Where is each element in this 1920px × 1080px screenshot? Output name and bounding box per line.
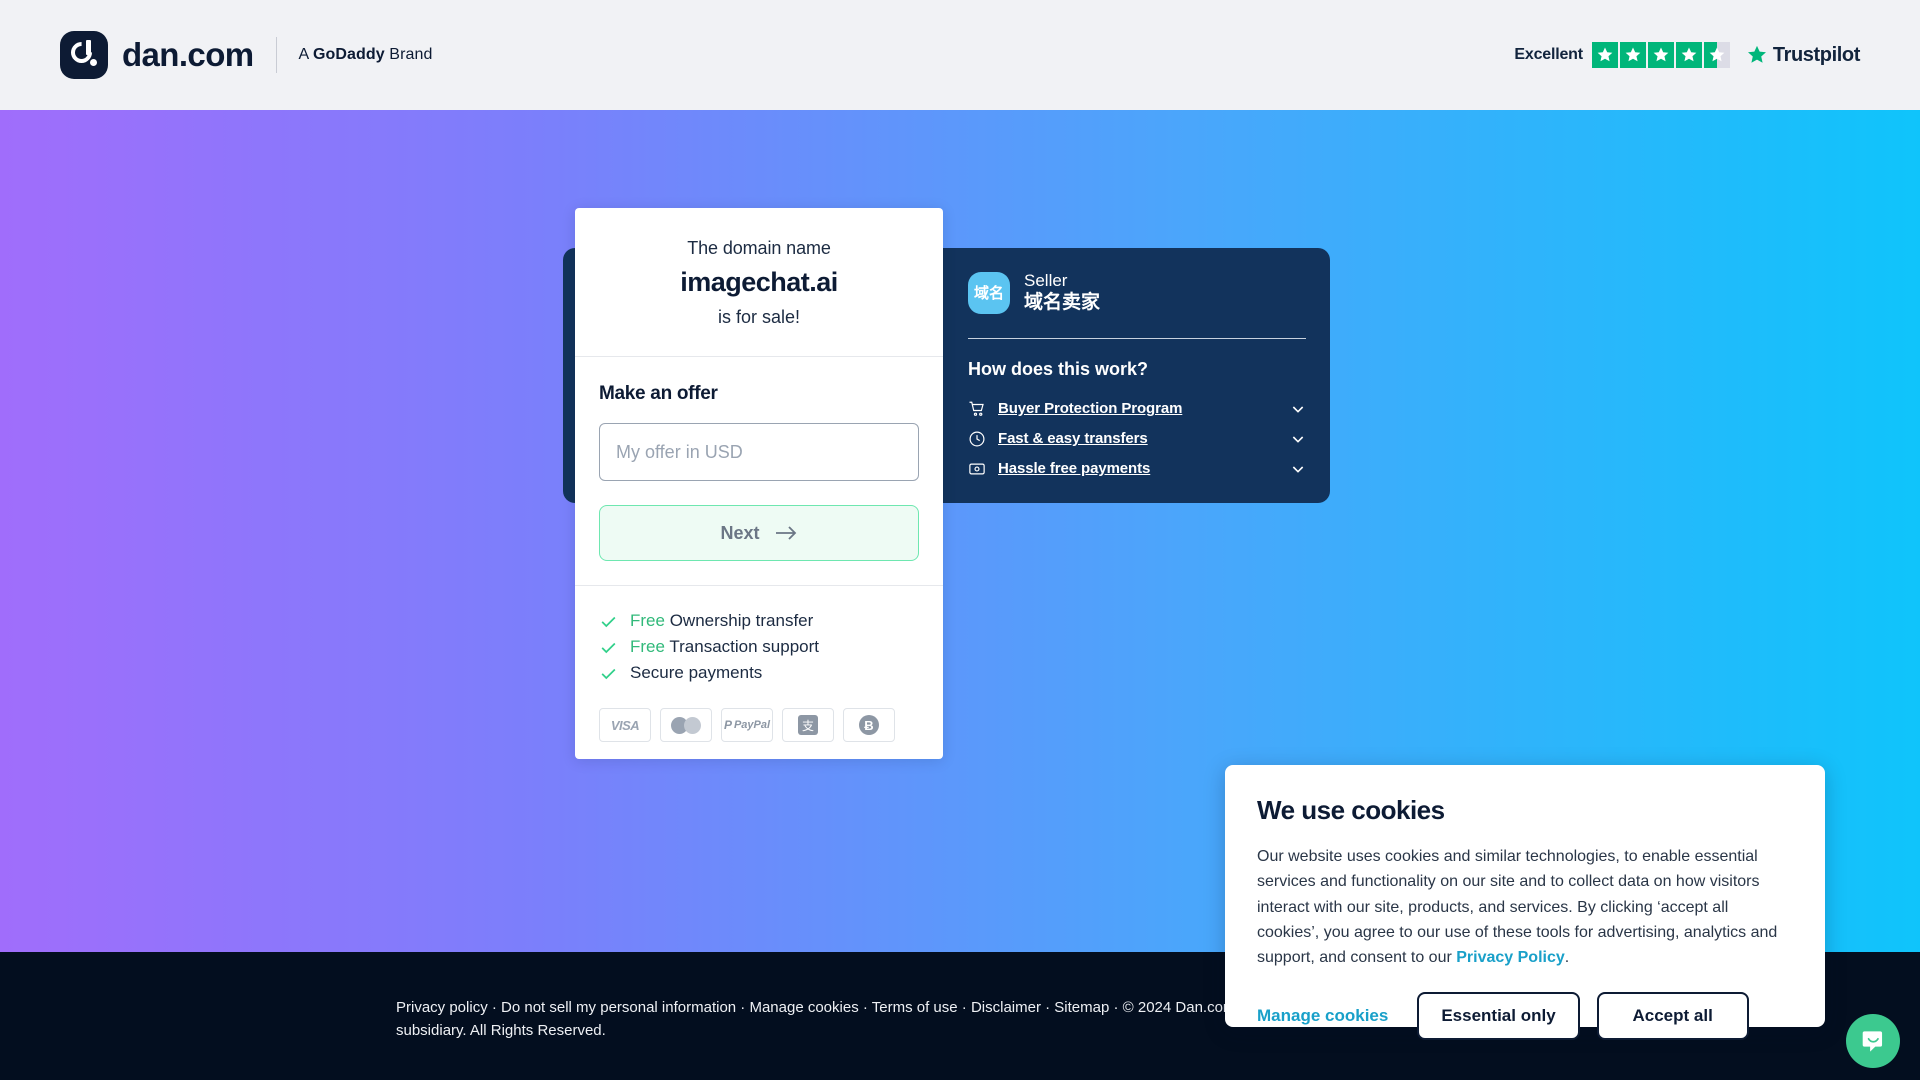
mastercard-icon (660, 708, 712, 742)
offer-input[interactable] (599, 423, 919, 481)
benefit-text: Free Transaction support (630, 637, 819, 657)
star-icon (1619, 42, 1646, 68)
godaddy-prefix: A (298, 46, 313, 63)
clock-icon (968, 430, 986, 448)
chevron-down-icon[interactable] (1290, 401, 1306, 417)
card-icon (968, 460, 986, 478)
benefit-free-tag: Free (630, 611, 670, 630)
logo-wordmark: dan.com (122, 36, 254, 73)
check-icon (601, 616, 616, 627)
benefit-label: Transaction support (669, 637, 819, 656)
offer-form: Make an offer Next (575, 357, 943, 585)
make-an-offer-label: Make an offer (599, 383, 718, 404)
star-icon (1647, 42, 1674, 68)
benefits-list: Free Ownership transfer Free Transaction… (575, 586, 943, 686)
brand-divider (275, 37, 277, 73)
star-icon (1675, 42, 1702, 68)
visa-label: VISA (610, 717, 640, 733)
alipay-glyph: 支 (798, 715, 818, 735)
star-icon (1591, 42, 1618, 68)
godaddy-name: GoDaddy (312, 46, 385, 63)
benefit-free-tag: Free (630, 637, 670, 656)
check-icon (601, 668, 616, 679)
paypal-label: PayPal (733, 719, 771, 731)
godaddy-suffix: Brand (384, 46, 433, 63)
accept-all-button[interactable]: Accept all (1596, 992, 1749, 1041)
paypal-icon: P PayPal (721, 708, 773, 742)
arrow-right-icon (775, 526, 796, 540)
cookie-consent-banner: We use cookies Our website uses cookies … (1225, 765, 1825, 1041)
accordion-list: Buyer Protection Program Fast & easy tra… (968, 394, 1306, 484)
cookie-banner-title: We use cookies (1257, 795, 1445, 825)
next-button[interactable]: Next (599, 505, 919, 561)
privacy-policy-link[interactable]: Privacy Policy (1456, 949, 1565, 966)
seller-label: Seller (1024, 271, 1068, 290)
paypal-p: P (723, 718, 732, 732)
domain-pre-text: The domain name (687, 238, 831, 258)
domain-header: The domain name imagechat.ai is for sale… (575, 208, 943, 356)
domain-name: imagechat.ai (680, 267, 838, 297)
accordion-item-hassle-free-payments[interactable]: Hassle free payments (968, 454, 1306, 484)
chevron-down-icon[interactable] (1290, 431, 1306, 447)
accordion-label: Hassle free payments (998, 460, 1151, 478)
chat-bubble-icon (1862, 1030, 1882, 1052)
benefit-item: Free Transaction support (599, 634, 919, 660)
brand-block[interactable]: dan.com A GoDaddy Brand (60, 31, 433, 79)
avatar: 域名 (968, 271, 1010, 314)
seller-row: 域名 Seller 域名卖家 (968, 270, 1306, 316)
trustpilot-logo: Trustpilot (1746, 44, 1860, 67)
accordion-label: Fast & easy transfers (998, 430, 1148, 448)
trustpilot-star-icon (1747, 45, 1766, 63)
chat-widget-button[interactable] (1846, 1014, 1900, 1068)
benefit-label: Ownership transfer (669, 611, 814, 630)
cookie-banner-actions: Manage cookies Essential only Accept all (1257, 992, 1793, 1041)
dan-logo-icon (60, 31, 108, 79)
bitcoin-icon: Ƀ (843, 708, 895, 742)
cart-icon (968, 400, 986, 418)
godaddy-brand-label: A GoDaddy Brand (299, 46, 433, 64)
manage-cookies-button[interactable]: Manage cookies (1257, 1006, 1388, 1026)
domain-sale-text: is for sale! (717, 307, 801, 327)
alipay-icon: 支 (782, 708, 834, 742)
offer-card: The domain name imagechat.ai is for sale… (575, 208, 943, 759)
trustpilot-rating-word: Excellent (1514, 46, 1583, 63)
seller-name: 域名卖家 (1024, 292, 1101, 314)
trustpilot-name: Trustpilot (1772, 43, 1861, 66)
benefit-item: Free Ownership transfer (599, 608, 919, 634)
cookie-body-period: . (1564, 949, 1570, 967)
payment-methods: VISA P PayPal 支 Ƀ (575, 686, 943, 742)
bitcoin-glyph: Ƀ (859, 715, 879, 735)
benefit-label: Secure payments (630, 663, 763, 682)
site-header: dan.com A GoDaddy Brand Excellent Trustp… (0, 0, 1920, 110)
benefit-item: Secure payments (599, 660, 919, 686)
seller-info-content: 域名 Seller 域名卖家 How does this work? Buyer… (948, 248, 1330, 484)
benefit-text: Secure payments (630, 663, 762, 683)
how-does-this-work-title: How does this work? (968, 358, 1149, 379)
trustpilot-rating[interactable]: Excellent Trustpilot (1514, 42, 1860, 68)
cookie-banner-body: Our website uses cookies and similar tec… (1257, 844, 1793, 970)
accordion-item-buyer-protection[interactable]: Buyer Protection Program (968, 394, 1306, 424)
accordion-label: Buyer Protection Program (998, 400, 1183, 418)
trustpilot-stars (1591, 42, 1730, 68)
star-half-icon (1703, 42, 1730, 68)
page-root: dan.com A GoDaddy Brand Excellent Trustp… (0, 0, 1920, 1080)
benefit-text: Free Ownership transfer (630, 611, 813, 631)
next-button-label: Next (720, 522, 760, 543)
visa-icon: VISA (599, 708, 651, 742)
panel-divider (968, 337, 1306, 339)
chevron-down-icon[interactable] (1290, 461, 1306, 477)
essential-only-button[interactable]: Essential only (1417, 992, 1580, 1041)
accordion-item-fast-transfers[interactable]: Fast & easy transfers (968, 424, 1306, 454)
check-icon (601, 642, 616, 653)
